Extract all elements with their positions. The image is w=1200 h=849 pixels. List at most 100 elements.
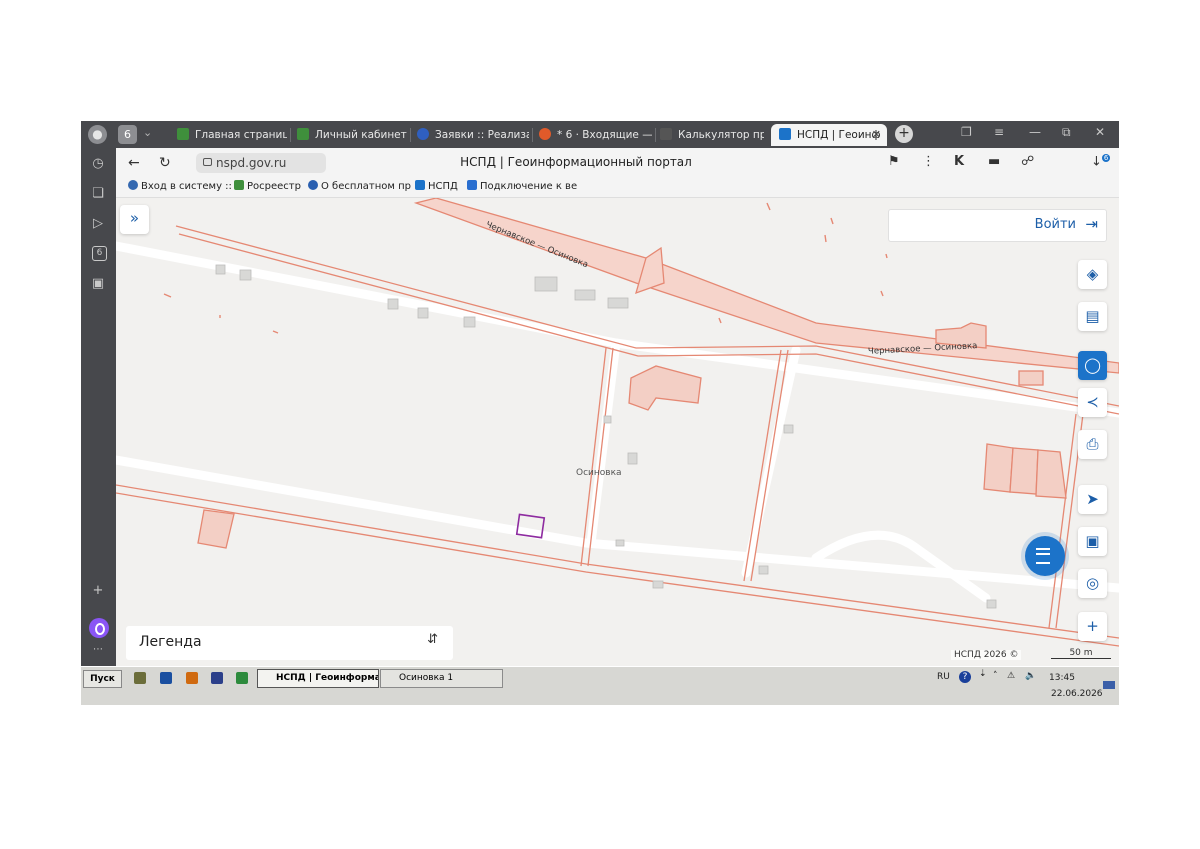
tab-main-page[interactable]: Главная страница [177,124,287,146]
excel-icon[interactable] [236,672,248,684]
clock-date[interactable]: 22.06.2026 [1051,689,1103,699]
tab-personal-cabinet[interactable]: Личный кабинет [297,124,407,146]
rosreestr-favicon-icon [297,128,309,140]
screenshot-icon[interactable]: ▣ [90,276,106,292]
calculator-favicon-icon [660,128,672,140]
tab-requests[interactable]: Заявки :: Реализа [417,124,529,146]
tab-label: Главная страница [195,129,287,141]
tab-count-badge[interactable]: 6 [118,125,137,144]
restore-icon[interactable]: ⧉ [1062,125,1071,140]
library-icon[interactable] [134,672,146,684]
map-canvas[interactable]: » Войти ⇥ Чернавское — Осиновка Чернавск… [116,198,1119,666]
save-disk-icon[interactable] [211,672,223,684]
more-vertical-icon[interactable]: ⋮ [922,154,935,169]
security-tray-icon[interactable]: ⚠ [1007,671,1015,681]
chat-button[interactable] [1025,536,1065,576]
locate-button[interactable]: ➤ [1078,485,1107,514]
tab-separator [532,128,533,142]
tab-label: Личный кабинет [315,129,407,141]
bookmark-login[interactable]: Вход в систему :: [128,180,232,192]
layers-button[interactable]: ◈ [1078,260,1107,289]
start-button[interactable]: Пуск [83,670,122,688]
nspd-logo-button[interactable]: ◯ [1078,351,1107,380]
ruler-button[interactable]: ▤ [1078,302,1107,331]
tab-nspd-active[interactable]: НСПД | Геоинф ✕ [771,124,887,146]
tab-collections-icon[interactable]: ❐ [961,125,972,139]
share-button[interactable]: ≺ [1078,388,1107,417]
tab-separator [290,128,291,142]
bookmark-label: Подключение к ве [480,181,578,192]
zoom-in-button[interactable]: + [1078,612,1107,641]
nspd-favicon-icon [779,128,791,140]
downloads-icon[interactable]: ↓ 6 [1091,154,1111,169]
chevron-down-icon[interactable]: ⌄ [143,126,152,139]
rosreestr-favicon-icon [234,180,244,190]
play-icon[interactable]: ▷ [90,216,106,232]
language-indicator[interactable]: RU [937,672,950,682]
bookmark-icon[interactable]: ⚑ [888,154,900,169]
copyright-text: НСПД 2026 © [951,650,1022,660]
windows-taskbar: Пуск НСПД | Геоинформа... Осиновка 1 RU … [81,666,1119,705]
url-field[interactable]: nspd.gov.ru [196,153,326,173]
alice-assistant-icon[interactable] [89,618,109,638]
browser-side-panel: ◷ ❏ ▷ 6 ▣ + ⋯ [81,148,116,666]
tab-label: НСПД | Геоинф [797,129,881,141]
bookmark-label: НСПД [428,181,458,192]
tab-calculator[interactable]: Калькулятор прог [660,124,764,146]
start-label: Пуск [90,674,115,684]
cadastral-map-graphic [116,198,1119,647]
extension-k-icon[interactable]: K [954,154,964,169]
extension-puzzle-icon[interactable]: ☍ [1021,154,1034,169]
help-icon[interactable]: ? [959,671,971,683]
illustrator-icon[interactable] [186,672,198,684]
photoshop-icon[interactable] [160,672,172,684]
legend-label: Легенда [139,634,202,650]
extension-hat-icon[interactable]: ▬ [988,154,1000,169]
window-close-icon[interactable]: ✕ [1095,125,1105,139]
show-desktop-icon[interactable] [1103,681,1115,689]
video-camera-icon [467,180,477,190]
shield-favicon-icon [417,128,429,140]
minimap-button[interactable]: ▣ [1078,527,1107,556]
new-tab-button[interactable]: + [895,125,913,143]
collections-icon[interactable]: ❏ [90,186,106,202]
address-bar: ← ↻ nspd.gov.ru НСПД | Геоинформационный… [116,148,1119,178]
tab-label: Заявки :: Реализа [435,129,529,141]
tab-inbox[interactable]: * 6 · Входящие — Я [539,124,652,146]
taskbar-window-folder[interactable]: Осиновка 1 [380,669,503,688]
bookmark-label: Росреестр [247,181,301,192]
login-button[interactable]: Войти ⇥ [888,209,1107,242]
network-tray-icon[interactable]: ⇣ [979,669,987,679]
more-icon[interactable]: ⋯ [90,642,106,658]
screenshot-frame: ● 6 ⌄ Главная страница Личный кабинет За… [81,121,1119,705]
close-tab-icon[interactable]: ✕ [872,124,881,146]
expand-tray-icon[interactable]: ˄ [993,671,998,681]
clock-time[interactable]: 13:45 [1049,673,1075,683]
tab-separator [410,128,411,142]
bookmark-free[interactable]: О бесплатном пр [308,180,411,192]
profile-icon[interactable]: ● [88,125,107,144]
bookmark-video[interactable]: Подключение к ве [467,180,577,192]
back-arrow-icon[interactable]: ← [128,155,140,171]
circle-c-icon [308,180,318,190]
tab-separator [655,128,656,142]
minimize-icon[interactable]: — [1029,125,1041,139]
search-location-button[interactable]: ◎ [1078,569,1107,598]
login-label: Войти [1034,217,1076,232]
bookmark-label: Вход в систему :: [141,181,232,192]
volume-icon[interactable]: 🔈 [1025,671,1036,681]
menu-icon[interactable]: ≡ [994,125,1004,139]
expand-panel-button[interactable]: » [120,205,149,234]
history-icon[interactable]: ◷ [90,156,106,172]
add-panel-icon[interactable]: + [90,583,106,599]
taskbar-window-browser[interactable]: НСПД | Геоинформа... [257,669,379,688]
reload-icon[interactable]: ↻ [159,155,171,171]
print-button[interactable]: ⎙ [1078,430,1107,459]
scale-bar: 50 m [1051,648,1111,659]
url-text: nspd.gov.ru [216,156,287,170]
bookmark-rosreestr[interactable]: Росреестр [234,180,301,192]
bookmark-nspd[interactable]: НСПД [415,180,458,192]
network-icon [128,180,138,190]
legend-panel[interactable]: Легенда ⇵ [126,626,453,660]
mail-count-icon[interactable]: 6 [92,246,107,261]
